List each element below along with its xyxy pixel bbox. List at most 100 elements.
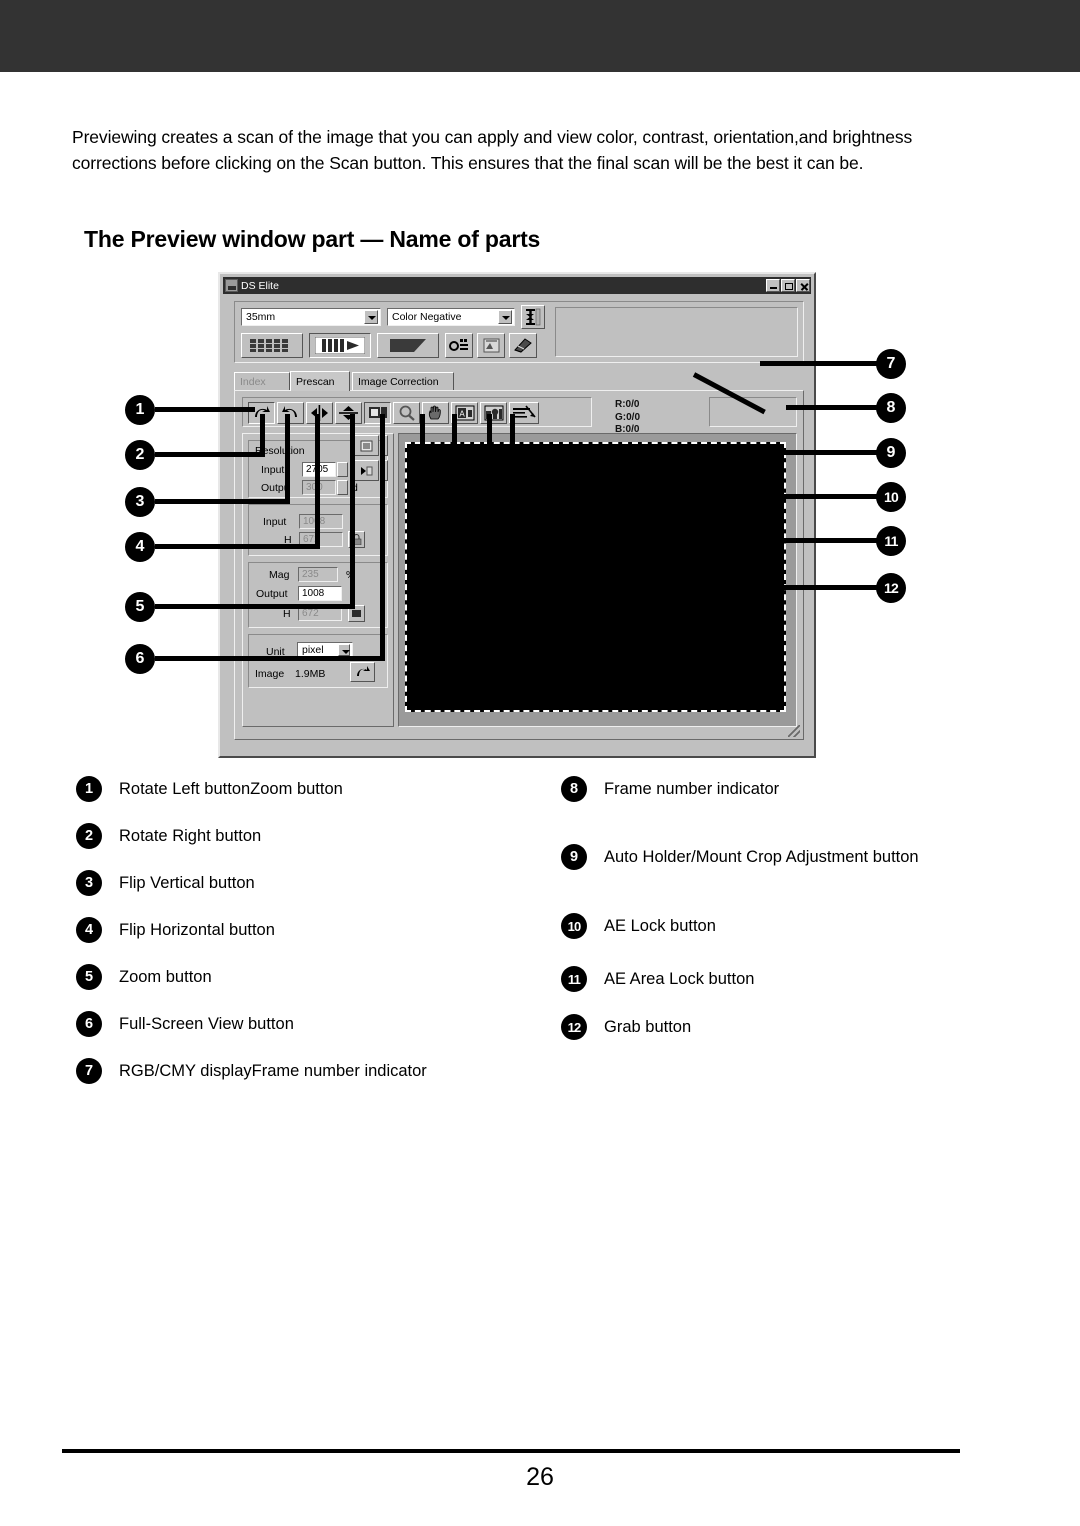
legend-label: AE Area Lock button xyxy=(604,969,755,988)
rotate-right-icon[interactable] xyxy=(277,402,304,424)
chevron-down-icon[interactable] xyxy=(364,310,378,324)
out-label: Output xyxy=(256,588,288,600)
callout-1: 1 xyxy=(125,395,155,425)
film-type-value: Color Negative xyxy=(392,311,462,323)
leader-line-5b xyxy=(350,414,355,609)
legend-number: 7 xyxy=(76,1058,102,1084)
legend-number: 9 xyxy=(561,844,587,870)
leader-line-9b xyxy=(510,414,515,455)
leader-line-11a xyxy=(452,538,880,543)
close-button[interactable] xyxy=(796,279,810,292)
scan-button[interactable] xyxy=(377,333,439,358)
prescan-button[interactable] xyxy=(309,333,371,358)
next-frame-button[interactable] xyxy=(353,460,379,481)
mag-label: Mag xyxy=(269,569,290,581)
legend-number: 1 xyxy=(76,776,102,802)
legend-item: 9 Auto Holder/Mount Crop Adjustment butt… xyxy=(561,844,919,870)
legend-item: 2 Rotate Right button xyxy=(76,823,261,849)
page-number: 26 xyxy=(526,1463,554,1491)
flip-vertical-icon[interactable] xyxy=(335,402,362,424)
callout-9: 9 xyxy=(876,438,906,468)
eject-button[interactable] xyxy=(445,333,473,358)
leader-line-11b xyxy=(452,414,457,543)
callout-10: 10 xyxy=(876,482,906,512)
zoom-icon[interactable] xyxy=(393,402,420,424)
leader-line-4a xyxy=(155,544,320,549)
chevron-down-icon[interactable] xyxy=(498,310,512,324)
header-band xyxy=(0,0,1080,72)
preview-image-area[interactable] xyxy=(398,433,797,727)
legend-number: 6 xyxy=(76,1011,102,1037)
film-format-select[interactable]: 35mm xyxy=(241,308,381,326)
legend-label: Flip Vertical button xyxy=(119,873,255,892)
size-input-label: Input xyxy=(263,516,287,528)
film-type-select[interactable]: Color Negative xyxy=(387,308,515,326)
res-output-stepper[interactable] xyxy=(337,480,348,495)
out-field[interactable]: 1008 xyxy=(298,586,342,601)
callout-5: 5 xyxy=(125,592,155,622)
tab-index-label: Index xyxy=(240,375,266,388)
index-scan-button[interactable] xyxy=(241,333,303,358)
size-input-field[interactable]: 1008 xyxy=(299,514,343,529)
legend-label: Auto Holder/Mount Crop Adjustment button xyxy=(604,847,919,866)
leader-line-3a xyxy=(155,499,290,504)
callout-11: 11 xyxy=(876,526,906,556)
tab-image-correction[interactable]: Image Correction xyxy=(352,372,454,390)
app-icon xyxy=(225,279,238,292)
thumbnail-view-button[interactable] xyxy=(353,435,379,456)
chevron-down-icon[interactable] xyxy=(338,644,350,656)
minimize-button[interactable] xyxy=(766,279,780,292)
unit-value: pixel xyxy=(302,644,324,656)
window-titlebar: DS Elite xyxy=(223,277,811,294)
legend-label: Full-Screen View button xyxy=(119,1014,294,1033)
resize-grip[interactable] xyxy=(788,725,800,737)
callout-6: 6 xyxy=(125,644,155,674)
legend-number: 8 xyxy=(561,776,587,802)
image-size: 1.9MB xyxy=(295,668,326,680)
leader-line-5a xyxy=(155,604,355,609)
film-format-value: 35mm xyxy=(246,311,276,323)
maximize-button[interactable] xyxy=(781,279,795,292)
legend-label: Zoom button xyxy=(119,967,212,986)
leader-line-2a xyxy=(155,452,265,457)
leader-line-12a xyxy=(420,585,880,590)
ae-area-lock-icon[interactable] xyxy=(480,402,507,424)
res-input-stepper[interactable] xyxy=(337,462,348,477)
holder-eject-button[interactable] xyxy=(521,305,545,329)
top-control-group: 35mm Color Negative xyxy=(234,301,804,363)
leader-line-2b xyxy=(260,414,265,457)
leader-line-3b xyxy=(285,414,290,504)
legend-number: 12 xyxy=(561,1014,587,1040)
frame-number-indicator xyxy=(709,397,797,427)
crop-marquee[interactable] xyxy=(405,442,786,712)
legend-item: 5 Zoom button xyxy=(76,964,212,990)
mag-field[interactable]: 235 xyxy=(298,567,338,582)
settings-button[interactable] xyxy=(477,333,505,358)
legend-number: 2 xyxy=(76,823,102,849)
leader-line-10a xyxy=(487,494,880,499)
legend-item: 11 AE Area Lock button xyxy=(561,966,754,992)
tab-prescan-label: Prescan xyxy=(296,375,335,388)
callout-7: 7 xyxy=(876,349,906,379)
tab-image-correction-label: Image Correction xyxy=(358,375,439,388)
callout-8: 8 xyxy=(876,393,906,423)
legend-number: 5 xyxy=(76,964,102,990)
legend-item: 1 Rotate Left buttonZoom button xyxy=(76,776,343,802)
legend-number: 11 xyxy=(561,966,587,992)
preferences-button[interactable] xyxy=(509,333,537,358)
reset-button[interactable] xyxy=(350,662,375,682)
tab-index[interactable]: Index xyxy=(234,372,290,390)
grab-hand-icon[interactable] xyxy=(422,402,449,424)
out-h-value: 672 xyxy=(302,608,319,619)
callout-12: 12 xyxy=(876,573,906,603)
leader-line-10b xyxy=(487,414,492,499)
legend-item: 8 Frame number indicator xyxy=(561,776,779,802)
prescan-toolbar: A xyxy=(242,397,592,427)
leader-line-1 xyxy=(155,407,255,412)
legend-item: 12 Grab button xyxy=(561,1014,691,1040)
callout-4: 4 xyxy=(125,532,155,562)
footer-rule xyxy=(62,1449,960,1453)
legend-label: Grab button xyxy=(604,1017,692,1036)
full-screen-view-icon[interactable] xyxy=(364,402,391,424)
tab-prescan[interactable]: Prescan xyxy=(290,371,350,391)
